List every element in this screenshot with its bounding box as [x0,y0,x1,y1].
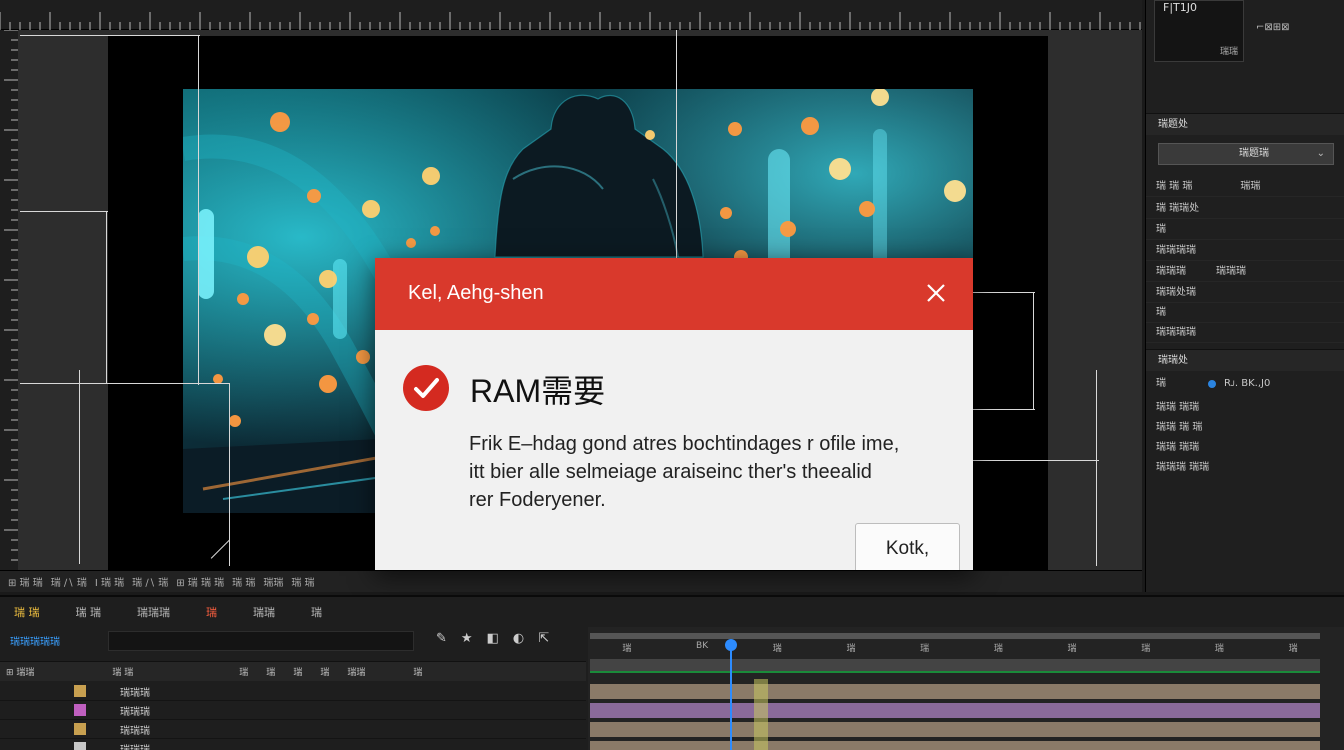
dialog-message: Frik E–hdag gond atres bochtindages r of… [469,430,959,514]
tab[interactable]: 瑞 瑞 [76,604,102,620]
prop-row[interactable]: 瑞瑞瑞 瑞瑞 [1146,458,1344,478]
layer-name[interactable]: 瑞瑞瑞 [120,684,220,699]
viewer-tool[interactable]: 瑞 ∕∖ 瑞 [51,574,87,589]
layer-list: 瑞瑞瑞瑞瑞 ✎ ★ ◧ ◐ ⇱ ⊞ 瑞瑞 瑞 瑞 瑞 瑞 瑞 瑞 瑞瑞 瑞 瑞瑞… [0,627,586,750]
panel-row[interactable]: 瑞瑞瑞瑞 [1146,241,1344,261]
guide-line [106,211,107,383]
message-line: itt bier alle selmeiage araiseinc ther's… [469,461,872,483]
layer-color-swatch[interactable] [74,742,86,750]
guide-line [20,211,108,212]
motion-blur-icon[interactable]: ◧ [487,631,499,646]
prop-row[interactable]: 瑞瑞 瑞瑞 [1146,398,1344,418]
preview-label: F|T1J0 [1163,1,1197,14]
composition-bar[interactable] [590,659,1320,673]
viewer-tool[interactable]: 瑞瑞 [263,574,283,589]
alert-dialog: Kel, Aehg-shen RAM需要 Frik E–hdag gond at… [375,258,973,570]
ok-button[interactable]: Kotk, [855,523,960,570]
graph-icon[interactable]: ⇱ [538,631,549,646]
tab[interactable]: 瑞瑞瑞 [137,604,170,620]
panel-row[interactable]: 瑞 瑞 瑞瑞瑞 [1146,177,1344,197]
viewer-tool[interactable]: Ⅰ 瑞 瑞 [95,574,124,589]
message-line: Frik E–hdag gond atres bochtindages r of… [469,433,900,455]
panel-row[interactable]: 瑞 瑞瑞处 [1146,199,1344,219]
guide-line [973,292,1035,293]
chevron-down-icon: ⌄ [1316,148,1325,159]
panel-header[interactable]: 瑞题处 [1146,113,1344,135]
timeline-tabs: 瑞 瑞 瑞 瑞 瑞瑞瑞 瑞 瑞瑞 瑞 [0,597,1344,627]
prop-row[interactable]: 瑞 Rᴊ. BK.,J0 [1146,374,1344,394]
guide-line [79,370,80,564]
shy-icon[interactable]: ◐ [513,631,524,646]
timeline-tools: ✎ ★ ◧ ◐ ⇱ [436,631,549,646]
panel-row[interactable]: 瑞 [1146,220,1344,240]
layer-color-swatch[interactable] [74,704,86,716]
layer-row[interactable]: 瑞瑞瑞 [0,720,586,739]
work-area-bar[interactable] [590,633,1320,639]
layer-track[interactable] [590,703,1320,718]
dialog-titlebar[interactable]: Kel, Aehg-shen [375,258,973,330]
viewer-tool[interactable]: 瑞 瑞 [291,574,314,589]
viewer-tool[interactable]: ⊞ 瑞 瑞 [8,574,43,589]
guide-line [973,460,1099,461]
time-ruler[interactable]: 瑞 BK 瑞瑞 瑞瑞 瑞瑞 瑞瑞 [590,641,1330,659]
tab-timeline[interactable]: 瑞 瑞 [14,604,40,620]
checkmark-icon [403,365,449,411]
panel-row[interactable]: 瑞瑞处瑞 [1146,283,1344,303]
layer-name[interactable]: 瑞瑞瑞 [120,703,220,718]
panel-row[interactable]: 瑞瑞瑞 瑞瑞瑞 [1146,262,1344,282]
layer-track[interactable] [590,722,1320,737]
layer-track[interactable] [590,684,1320,699]
prop-row[interactable]: 瑞瑞 瑞 瑞 [1146,418,1344,438]
prop-row[interactable]: 瑞瑞 瑞瑞 [1146,438,1344,458]
timeline-panel: 瑞 瑞 瑞 瑞 瑞瑞瑞 瑞 瑞瑞 瑞 瑞瑞瑞瑞瑞 ✎ ★ ◧ ◐ ⇱ ⊞ 瑞瑞 … [0,595,1344,750]
layer-name[interactable]: 瑞瑞瑞 [120,722,220,737]
column-headers: ⊞ 瑞瑞 瑞 瑞 瑞 瑞 瑞 瑞 瑞瑞 瑞 [0,661,586,681]
timeline-tracks[interactable]: 瑞 BK 瑞瑞 瑞瑞 瑞瑞 瑞瑞 [588,627,1344,750]
guide-line [229,383,230,566]
dialog-heading: RAM需要 [470,373,606,409]
playhead-handle[interactable] [725,639,737,651]
layer-row[interactable]: 瑞瑞瑞 [0,682,586,701]
guide-line [20,35,200,36]
star-icon[interactable]: ★ [461,631,473,646]
guide-line [973,409,1035,410]
properties-panel: F|T1J0 ⌐⊠⊞⊠ 瑞瑞 瑞题处 瑞题瑞 ⌄ 瑞 瑞 瑞瑞瑞 瑞 瑞瑞处 瑞… [1145,0,1344,592]
guide-line [20,383,230,384]
playhead[interactable] [730,641,732,750]
message-line: rer Foderyener. [469,489,606,511]
search-input[interactable] [108,631,414,651]
layer-color-swatch[interactable] [74,723,86,735]
guide-line [676,30,677,260]
timecode[interactable]: 瑞瑞瑞瑞瑞 [10,633,60,648]
panel-row[interactable]: 瑞瑞瑞瑞 [1146,323,1344,343]
guide-line [1033,292,1034,410]
viewer-tool[interactable]: 瑞 瑞 [232,574,255,589]
dialog-title: Kel, Aehg-shen [408,282,544,304]
comment-icon[interactable]: ✎ [436,631,447,646]
horizontal-ruler[interactable] [0,0,1142,30]
tab[interactable]: 瑞瑞 [253,604,275,620]
guide-line [198,35,199,385]
layer-name[interactable]: 瑞瑞瑞 [120,741,220,750]
viewer-tool[interactable]: 瑞 ∕∖ 瑞 [132,574,168,589]
panel-row[interactable]: 瑞 [1146,303,1344,323]
layer-track[interactable] [590,741,1320,750]
tab[interactable]: 瑞 [311,604,322,620]
dropdown-value: 瑞题瑞 [1239,148,1269,159]
layer-row[interactable]: 瑞瑞瑞 [0,701,586,720]
viewer-toolbar: ⊞ 瑞 瑞 瑞 ∕∖ 瑞 Ⅰ 瑞 瑞 瑞 ∕∖ 瑞 ⊞ 瑞 瑞 瑞 瑞 瑞 瑞瑞… [0,570,1142,592]
keyframe-highlight [754,679,768,750]
viewer-tool[interactable]: ⊞ 瑞 瑞 瑞 [176,574,224,589]
layer-row[interactable]: 瑞瑞瑞 [0,739,586,750]
tab[interactable]: 瑞 [206,604,217,620]
layer-color-swatch[interactable] [74,685,86,697]
vertical-ruler[interactable] [0,29,18,570]
guide-line [1096,370,1097,566]
preview-caption: 瑞瑞 [1219,47,1238,57]
color-dot-icon [1208,380,1216,388]
panel-header[interactable]: 瑞瑞处 [1146,349,1344,371]
preset-dropdown[interactable]: 瑞题瑞 ⌄ [1158,143,1334,165]
close-icon[interactable] [923,280,949,306]
preview-sub-label: ⌐⊠⊞⊠ [1256,22,1290,33]
